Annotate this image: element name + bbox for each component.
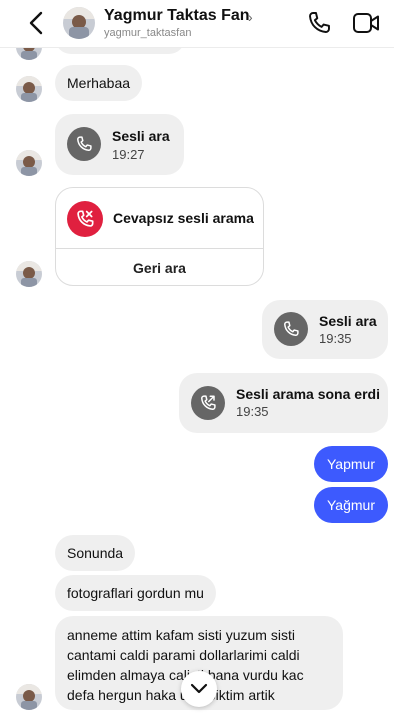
sent-message-bubble[interactable]: Yağmur [314,487,388,523]
phone-icon [67,127,101,161]
message-bubble[interactable]: Merhabaa [55,65,143,101]
scroll-to-bottom-button[interactable] [181,671,217,707]
contact-name[interactable]: Yagmur Taktas Fan [104,7,250,25]
call-time: 19:27 [112,147,145,162]
missed-call-card: Cevapsız sesli arama Geri ara [55,187,264,286]
contact-chevron-icon[interactable]: › [248,9,253,25]
voice-call-ended-bubble[interactable]: Sesli arama sona erdi 19:35 [179,373,388,433]
call-time: 19:35 [319,331,352,346]
contact-avatar-small [16,76,42,102]
contact-avatar-small [16,684,42,710]
voice-call-bubble[interactable]: Sesli ara 19:27 [55,114,184,175]
call-title: Sesli ara [112,128,170,144]
phone-icon[interactable] [306,10,332,36]
call-title: Sesli arama sona erdi [236,386,380,402]
outgoing-call-icon [191,386,225,420]
contact-username: yagmur_taktasfan [104,27,192,39]
missed-call-title: Cevapsız sesli arama [113,210,254,226]
video-camera-icon[interactable] [352,11,380,35]
message-bubble[interactable]: fotograflari gordun mu [55,575,216,611]
message-line: cantami caldi parami dollarlarimi caldi [67,647,300,663]
call-title: Sesli ara [319,313,377,329]
chat-header: Yagmur Taktas Fan › yagmur_taktasfan [0,0,394,48]
call-back-button[interactable]: Geri ara [56,250,263,286]
call-time: 19:35 [236,404,269,419]
message-bubble[interactable]: Sonunda [55,535,136,571]
divider [56,248,263,249]
message-line: anneme attim kafam sisti yuzum sisti [67,627,295,643]
back-arrow-icon[interactable] [26,10,48,36]
contact-avatar[interactable] [63,7,95,39]
contact-avatar-small [16,150,42,176]
chevron-down-icon [190,683,208,694]
sent-message-bubble[interactable]: Yapmur [314,446,388,482]
missed-call-icon [67,201,103,237]
contact-avatar-small [16,261,42,287]
phone-icon [274,312,308,346]
voice-call-bubble[interactable]: Sesli ara 19:35 [262,300,388,359]
